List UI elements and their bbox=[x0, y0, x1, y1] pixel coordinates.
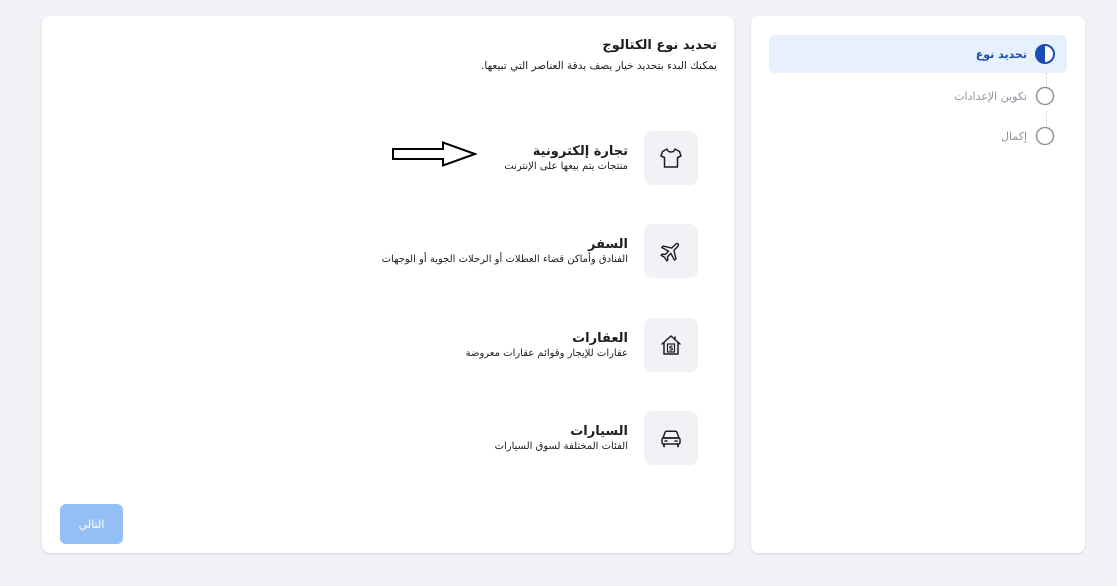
option-icon-box bbox=[644, 411, 698, 465]
step-complete[interactable]: إكمال bbox=[769, 117, 1067, 155]
page-title: تحديد نوع الكتالوج bbox=[602, 38, 717, 53]
pointer-arrow-icon bbox=[392, 141, 477, 167]
step-label: تكوين الإعدادات bbox=[954, 89, 1027, 103]
step-label: إكمال bbox=[1001, 129, 1027, 143]
option-title: العقارات bbox=[572, 331, 628, 346]
option-title: السفر bbox=[587, 237, 628, 252]
catalog-type-panel: تحديد نوع الكتالوج يمكنك البدء بتحديد خي… bbox=[42, 16, 734, 553]
car-icon bbox=[661, 430, 681, 448]
page-subtitle: يمكنك البدء بتحديد خيار يصف بدقة العناصر… bbox=[481, 60, 717, 72]
step-configure-settings[interactable]: تكوين الإعدادات bbox=[769, 77, 1067, 115]
house-dollar-icon: $ bbox=[661, 335, 681, 355]
empty-circle-icon bbox=[1035, 126, 1055, 146]
step-select-type[interactable]: تحديد نوع bbox=[769, 35, 1067, 73]
catalog-setup-page: تحديد نوع تكوين الإعدادات إكمال تحديد نو… bbox=[0, 0, 1117, 586]
option-icon-box bbox=[644, 224, 698, 278]
option-description: عقارات للإيجار وقوائم عقارات معروضة bbox=[465, 348, 628, 359]
option-title: تجارة إلكترونية bbox=[532, 144, 628, 159]
next-button[interactable]: التالي bbox=[60, 504, 123, 544]
half-filled-circle-icon bbox=[1035, 44, 1055, 64]
option-travel[interactable]: السفر الفنادق وأماكن قضاء العطلات أو الر… bbox=[382, 223, 698, 279]
steps-panel: تحديد نوع تكوين الإعدادات إكمال bbox=[751, 16, 1085, 553]
option-ecommerce[interactable]: تجارة إلكترونية منتجات يتم بيعها على الإ… bbox=[504, 130, 698, 186]
step-label: تحديد نوع bbox=[975, 47, 1027, 61]
tshirt-icon bbox=[660, 148, 682, 168]
option-description: الفئات المختلفة لسوق السيارات bbox=[494, 441, 628, 452]
option-real-estate[interactable]: $ العقارات عقارات للإيجار وقوائم عقارات … bbox=[466, 317, 698, 373]
option-automotive[interactable]: السيارات الفئات المختلفة لسوق السيارات bbox=[495, 410, 698, 466]
empty-circle-icon bbox=[1035, 86, 1055, 106]
option-icon-box bbox=[644, 131, 698, 185]
svg-text:$: $ bbox=[669, 345, 674, 353]
airplane-icon bbox=[660, 242, 680, 262]
option-description: الفنادق وأماكن قضاء العطلات أو الرحلات ا… bbox=[381, 254, 628, 265]
option-description: منتجات يتم بيعها على الإنترنت bbox=[504, 161, 628, 172]
option-title: السيارات bbox=[570, 424, 628, 439]
option-icon-box: $ bbox=[644, 318, 698, 372]
